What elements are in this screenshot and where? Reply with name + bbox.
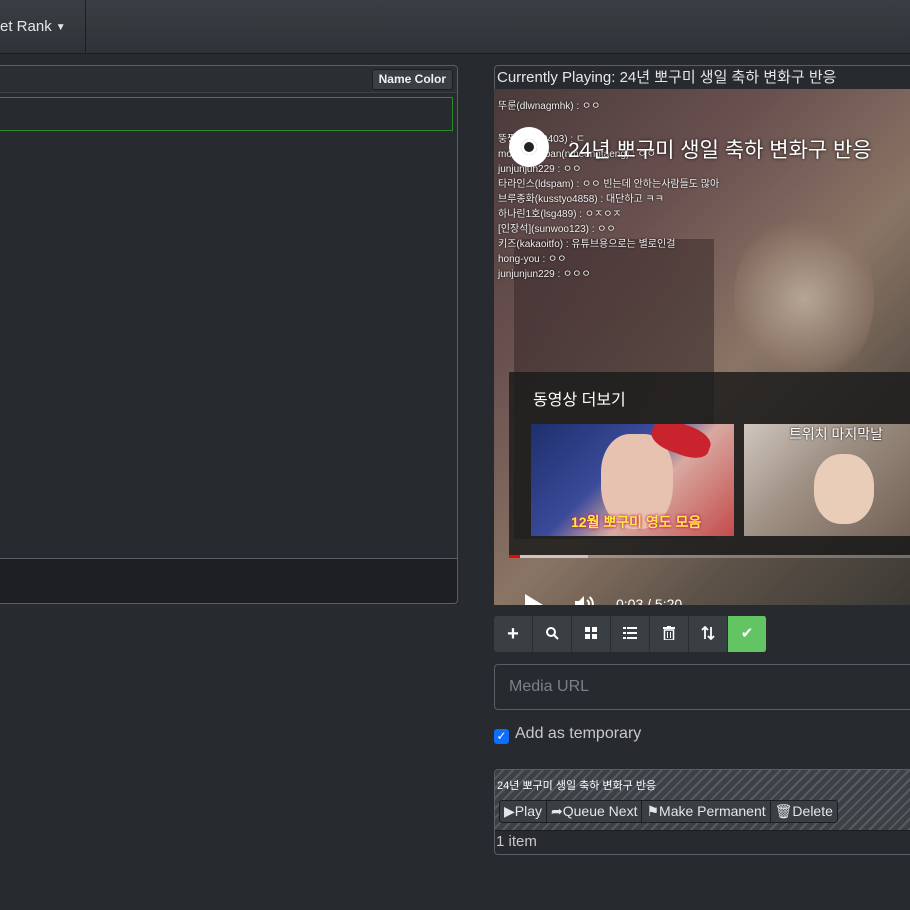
checkbox-checked-icon[interactable]: ✓ (494, 729, 509, 744)
caret-down-icon: ▼ (55, 22, 66, 33)
play-icon[interactable] (525, 594, 543, 605)
video-chat-overlay: 뚜룬(dlwnagmhk) : ㅇㅇ 뚱짱(hd870403) : ㄷ mone… (498, 89, 788, 282)
overlay-chat-line: 키즈(kakaoitfo) : 유튜브용으로는 별로인걸 (498, 239, 676, 250)
channel-avatar-icon[interactable] (509, 127, 549, 167)
grid-icon[interactable] (572, 616, 611, 652)
list-icon[interactable] (611, 616, 650, 652)
progress-buffered (509, 555, 588, 558)
more-videos-label: 동영상 더보기 (533, 392, 626, 409)
more-videos-panel: 동영상 더보기 12월 뽀구미 영도 모음 트위치 마지막날 (509, 372, 910, 555)
overlay-chat-line: junjunjun229 : ㅇㅇㅇ (498, 269, 591, 280)
play-button[interactable]: ▶Play (499, 800, 548, 823)
overlay-chat-line: 타라인스(ldspam) : ㅇㅇ 빈는데 안하는사람들도 많아 (498, 179, 720, 190)
overlay-chat-line: 하나린1호(lsg489) : ㅇㅈㅇㅈ (498, 209, 622, 220)
thumbnail-caption: 12월 뽀구미 영도 모음 (571, 514, 702, 530)
make-permanent-label: Make Permanent (659, 803, 766, 819)
play-button-label: Play (514, 803, 543, 819)
media-url-input[interactable]: Media URL (494, 664, 910, 710)
rank-dropdown-label: et Rank (0, 18, 52, 35)
plus-icon[interactable]: + (494, 616, 533, 652)
video-time: 0:03 / 5:20 (616, 596, 683, 605)
overlay-chat-line: junjunjun229 : ㅇㅇ (498, 164, 582, 175)
add-temporary-label: Add as temporary (515, 725, 642, 742)
rank-dropdown[interactable]: et Rank ▼ (0, 0, 86, 53)
delete-button[interactable]: 🗑Delete (769, 800, 838, 823)
related-video-thumbnail[interactable]: 트위치 마지막날 (744, 424, 910, 536)
video-title[interactable]: 24년 뽀구미 생일 축하 변화구 반응 (568, 134, 872, 164)
overlay-chat-line: 뚜룬(dlwnagmhk) : ㅇㅇ (498, 101, 601, 112)
currently-playing: Currently Playing: 24년 뽀구미 생일 축하 변화구 반응 (494, 65, 910, 89)
currently-playing-title: 24년 뽀구미 생일 축하 변화구 반응 (619, 69, 837, 86)
trash-icon: 🗑 (774, 803, 793, 819)
chat-input[interactable] (0, 558, 457, 603)
chat-header: Name Color (0, 66, 457, 93)
flag-icon: ⚑ (646, 803, 660, 819)
queue-next-label: Queue Next (562, 803, 638, 819)
share-arrow-icon: ➦ (551, 803, 563, 819)
overlay-chat-line: hong-you : ㅇㅇ (498, 254, 567, 265)
video-column: Currently Playing: 24년 뽀구미 생일 축하 변화구 반응 … (494, 65, 910, 855)
sort-icon[interactable] (689, 616, 728, 652)
playlist-queue: 24년 뽀구미 생일 축하 변화구 반응 ▶Play ➦Queue Next ⚑… (494, 769, 910, 855)
search-icon[interactable] (533, 616, 572, 652)
volume-icon[interactable] (572, 592, 596, 605)
check-icon[interactable]: ✔ (728, 616, 767, 652)
progress-played (509, 555, 521, 558)
playlist-toolbar: + ✔ (494, 616, 767, 652)
queue-next-button[interactable]: ➦Queue Next (546, 800, 643, 823)
related-video-thumbnail[interactable]: 12월 뽀구미 영도 모음 (531, 424, 734, 536)
video-player[interactable]: 뚜룬(dlwnagmhk) : ㅇㅇ 뚱짱(hd870403) : ㄷ mone… (494, 89, 910, 605)
queue-item[interactable]: 24년 뽀구미 생일 축하 변화구 반응 ▶Play ➦Queue Next ⚑… (495, 770, 910, 831)
add-temporary-checkbox[interactable]: ✓ Add as temporary (494, 725, 641, 744)
play-icon: ▶ (504, 803, 515, 819)
queue-item-actions: ▶Play ➦Queue Next ⚑Make Permanent 🗑Delet… (499, 800, 838, 823)
queue-item-title: 24년 뽀구미 생일 축하 변화구 반응 (497, 780, 657, 792)
make-permanent-button[interactable]: ⚑Make Permanent (641, 800, 771, 823)
thumbnail-face (814, 454, 874, 524)
name-color-button[interactable]: Name Color (371, 69, 453, 90)
video-progress-bar[interactable] (509, 555, 910, 558)
navbar: et Rank ▼ (0, 0, 910, 54)
thumbnail-caption: 트위치 마지막날 (789, 426, 884, 442)
currently-playing-prefix: Currently Playing: (497, 69, 616, 86)
overlay-chat-line: [인장석](sunwoo123) : ㅇㅇ (498, 224, 616, 235)
chat-panel: Name Color (0, 65, 458, 604)
trash-icon[interactable] (650, 616, 689, 652)
queue-count: 1 item (496, 833, 537, 850)
chat-message-highlight (0, 97, 453, 131)
overlay-chat-line: 브루종화(kusstyo4858) : 대단하고 ㅋㅋ (498, 194, 664, 205)
delete-label: Delete (792, 803, 833, 819)
